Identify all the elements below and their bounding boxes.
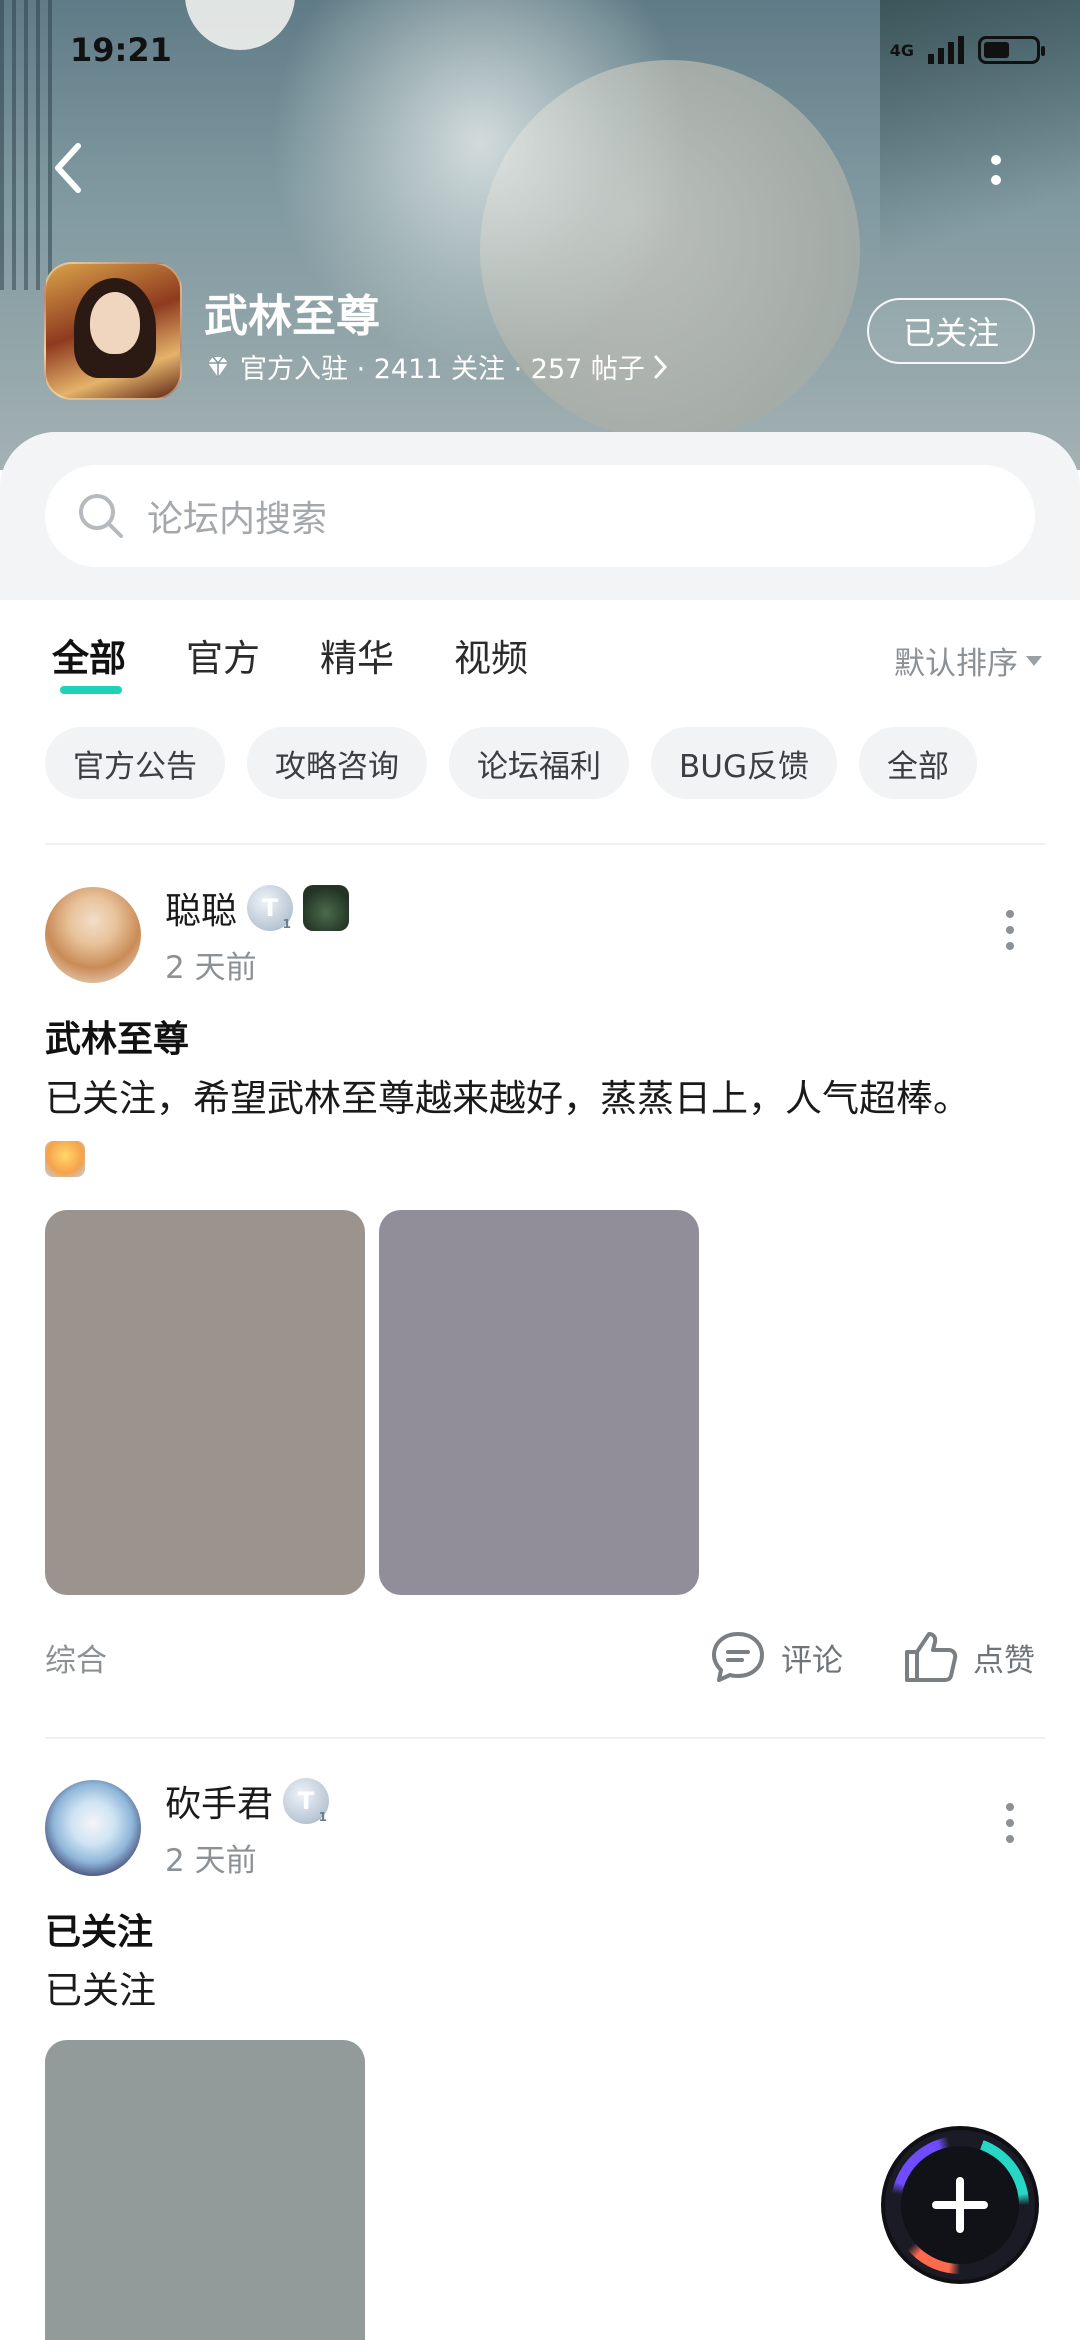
status-time: 19:21 — [70, 31, 172, 69]
battery-icon — [978, 36, 1045, 64]
caret-down-icon — [1026, 655, 1042, 666]
avatar[interactable] — [45, 1779, 141, 1876]
chip-all[interactable]: 全部 — [858, 727, 977, 799]
post-image[interactable] — [45, 2040, 365, 2340]
search-icon — [79, 494, 123, 538]
forum-meta-text: 官方入驻 · 2411 关注 · 257 帖子 — [240, 354, 645, 385]
plus-icon — [932, 2177, 988, 2233]
tab-featured[interactable]: 精华 — [320, 628, 394, 690]
post-body-text: 已关注，希望武林至尊越来越好，蒸蒸日上，人气超棒。 — [45, 1077, 970, 1120]
post-header: 聪聪 T1 2 天前 — [45, 882, 350, 987]
badge-letter: T — [261, 894, 279, 922]
post-image[interactable] — [45, 1210, 365, 1595]
divider — [45, 1737, 1045, 1739]
user-name-row: 聪聪 T1 — [165, 882, 350, 934]
follow-button[interactable]: 已关注 — [867, 298, 1035, 364]
category-tabs: 全部 官方 精华 视频 — [52, 628, 528, 694]
post-more-icon[interactable] — [1000, 900, 1020, 960]
status-icons: 4G — [889, 36, 1045, 64]
avatar[interactable] — [45, 886, 141, 983]
search-input[interactable]: 论坛内搜索 — [45, 465, 1035, 567]
post-time: 2 天前 — [165, 1843, 257, 1879]
avatar-face — [90, 292, 140, 354]
post-time: 2 天前 — [165, 950, 257, 986]
user-info: 聪聪 T1 2 天前 — [165, 882, 350, 987]
back-icon[interactable] — [48, 138, 96, 198]
post-category[interactable]: 综合 — [45, 1635, 107, 1680]
post-title[interactable]: 武林至尊 — [45, 1010, 189, 1062]
forum-meta[interactable]: 官方入驻 · 2411 关注 · 257 帖子 — [204, 347, 669, 386]
tab-all[interactable]: 全部 — [52, 628, 126, 694]
comment-button[interactable]: 评论 — [709, 1630, 843, 1684]
comment-label: 评论 — [781, 1642, 843, 1679]
search-placeholder: 论坛内搜索 — [147, 499, 328, 540]
forum-page: 19:21 4G 武林至尊 官方入驻 · 2411 关注 · 257 帖子 已关… — [0, 0, 1080, 2340]
user-info: 砍手君 T1 2 天前 — [165, 1775, 330, 1880]
create-post-button[interactable] — [885, 2130, 1035, 2280]
like-label: 点赞 — [973, 1642, 1035, 1679]
divider — [45, 843, 1045, 845]
post-title[interactable]: 已关注 — [45, 1903, 153, 1955]
level-badge-icon: T1 — [283, 1778, 330, 1824]
sort-dropdown[interactable]: 默认排序 — [894, 638, 1042, 683]
post-actions: 评论 点赞 — [709, 1630, 1035, 1684]
post-more-icon[interactable] — [1000, 1793, 1020, 1853]
post-footer: 综合 评论 点赞 — [45, 1630, 1035, 1684]
chip-bug-report[interactable]: BUG反馈 — [651, 727, 837, 799]
username[interactable]: 砍手君 — [165, 1775, 273, 1827]
emoji-sticker-icon — [45, 1140, 85, 1177]
chip-announcement[interactable]: 官方公告 — [45, 727, 225, 799]
badge-letter: T — [297, 1787, 315, 1815]
post-header: 砍手君 T1 2 天前 — [45, 1775, 330, 1880]
post-body[interactable]: 已关注 — [45, 1962, 1005, 2020]
comment-icon — [712, 1632, 764, 1682]
level-badge-icon: T1 — [247, 885, 294, 931]
tab-video[interactable]: 视频 — [454, 628, 528, 690]
hat-badge-icon — [303, 885, 350, 931]
thumbs-up-icon — [905, 1632, 958, 1682]
tab-official[interactable]: 官方 — [186, 628, 260, 690]
username[interactable]: 聪聪 — [165, 882, 237, 934]
more-options-icon[interactable] — [986, 142, 1026, 202]
status-bar: 19:21 4G — [0, 0, 1080, 100]
chevron-right-icon — [654, 355, 667, 378]
forum-title: 武林至尊 — [204, 291, 380, 342]
chip-guide[interactable]: 攻略咨询 — [247, 727, 427, 799]
topic-chips: 官方公告 攻略咨询 论坛福利 BUG反馈 全部 — [45, 727, 977, 799]
network-type: 4G — [889, 40, 914, 60]
post-image[interactable] — [379, 1210, 699, 1595]
chip-welfare[interactable]: 论坛福利 — [449, 727, 629, 799]
forum-avatar[interactable] — [44, 262, 182, 400]
diamond-icon — [208, 356, 228, 377]
post-body[interactable]: 已关注，希望武林至尊越来越好，蒸蒸日上，人气超棒。 — [45, 1070, 1005, 1186]
user-name-row: 砍手君 T1 — [165, 1775, 330, 1827]
signal-icon — [928, 36, 964, 64]
sort-label: 默认排序 — [894, 646, 1018, 682]
like-button[interactable]: 点赞 — [903, 1630, 1035, 1684]
